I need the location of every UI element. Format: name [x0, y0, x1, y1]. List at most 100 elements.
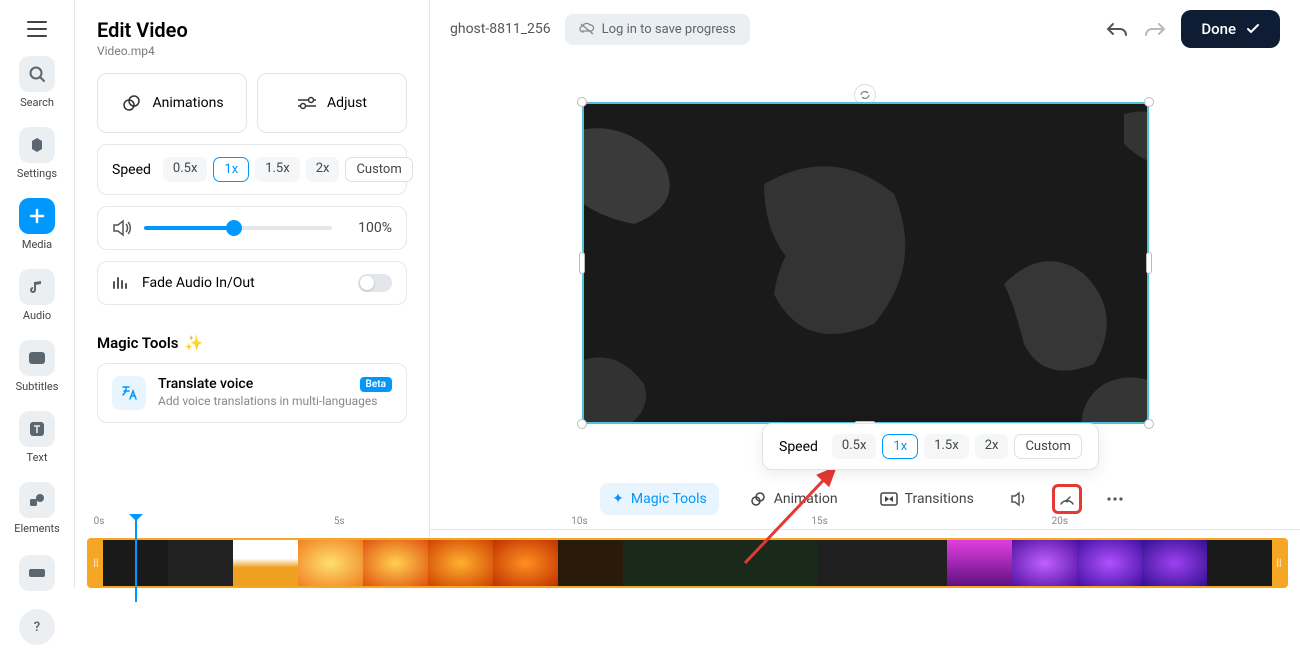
sidebar-item-subtitles[interactable]: Subtitles [0, 332, 74, 401]
undo-button[interactable] [1105, 20, 1129, 38]
translate-title: Translate voice [158, 376, 253, 392]
cloud-off-icon [579, 22, 595, 36]
animations-button[interactable]: Animations [97, 73, 247, 133]
left-sidebar: Search Settings Media Audio Subtitles Te… [0, 0, 75, 588]
speed-chip-05[interactable]: 0.5x [163, 157, 208, 182]
popup-speed-2[interactable]: 2x [975, 434, 1009, 459]
sidebar-item-help[interactable]: ? [0, 601, 74, 653]
main-area: ghost-8811_256 Log in to save progress D… [430, 0, 1300, 588]
sidebar-label: Settings [17, 167, 57, 180]
subtitles-icon [19, 340, 55, 376]
sparkle-icon: ✦ [612, 491, 624, 507]
canvas-wrap [430, 48, 1300, 477]
edit-panel: Edit Video Video.mp4 Animations Adjust S… [75, 0, 430, 588]
sidebar-item-search[interactable]: Search [0, 48, 74, 117]
project-name[interactable]: ghost-8811_256 [450, 21, 551, 37]
adjust-icon [297, 96, 317, 110]
resize-handle-right[interactable] [1146, 252, 1152, 274]
ruler-mark: 10s [571, 516, 587, 527]
speed-card: Speed 0.5x 1x 1.5x 2x Custom [97, 144, 407, 195]
speed-chip-1[interactable]: 1x [213, 157, 249, 182]
translate-voice-card[interactable]: Translate voice Beta Add voice translati… [97, 363, 407, 423]
volume-card: 100% [97, 206, 407, 250]
resize-handle-br[interactable] [1144, 419, 1154, 429]
timeline: 0s 5s 10s 15s 20s || || [75, 512, 1300, 588]
sidebar-label: Elements [14, 522, 60, 535]
record-icon [19, 555, 55, 591]
help-icon: ? [19, 609, 55, 645]
speed-popup-label: Speed [779, 439, 818, 455]
speed-chip-15[interactable]: 1.5x [255, 157, 300, 182]
adjust-button[interactable]: Adjust [257, 73, 407, 133]
animation-icon [749, 491, 767, 507]
resize-handle-tr[interactable] [1144, 97, 1154, 107]
volume-value: 100% [346, 220, 392, 236]
button-label: Adjust [327, 95, 367, 111]
done-label: Done [1201, 20, 1236, 38]
button-label: Animations [152, 95, 223, 111]
popup-speed-1[interactable]: 1x [882, 434, 918, 459]
speed-chip-2[interactable]: 2x [306, 157, 340, 182]
login-text: Log in to save progress [602, 22, 736, 37]
popup-speed-15[interactable]: 1.5x [924, 434, 969, 459]
translate-desc: Add voice translations in multi-language… [158, 394, 392, 408]
done-button[interactable]: Done [1181, 10, 1280, 48]
panel-filename: Video.mp4 [97, 44, 407, 58]
toolstrip-magic-tools[interactable]: ✦ Magic Tools [600, 483, 719, 515]
login-chip[interactable]: Log in to save progress [565, 14, 750, 45]
resize-handle-tl[interactable] [577, 97, 587, 107]
fade-label: Fade Audio In/Out [142, 275, 346, 291]
sidebar-item-elements[interactable]: Elements [0, 474, 74, 543]
check-icon [1246, 23, 1260, 35]
popup-speed-custom[interactable]: Custom [1014, 434, 1081, 459]
video-canvas[interactable] [582, 102, 1149, 424]
ruler-mark: 20s [1052, 516, 1068, 527]
text-icon [19, 411, 55, 447]
plus-icon [19, 198, 55, 234]
timeline-ruler[interactable]: 0s 5s 10s 15s 20s [87, 516, 1288, 536]
menu-toggle-icon[interactable] [20, 14, 54, 44]
playhead[interactable] [135, 516, 137, 602]
resize-handle-left[interactable] [579, 252, 585, 274]
shapes-icon [19, 482, 55, 518]
clip-track[interactable]: || || [87, 538, 1288, 588]
speed-label: Speed [112, 162, 151, 178]
music-note-icon [19, 269, 55, 305]
clip-handle-left[interactable]: || [89, 540, 103, 586]
transitions-icon [880, 492, 898, 506]
sidebar-item-more[interactable] [0, 547, 74, 599]
volume-slider[interactable] [144, 226, 332, 230]
translate-icon [112, 376, 146, 410]
sidebar-label: Audio [23, 309, 51, 322]
sidebar-item-text[interactable]: Text [0, 403, 74, 472]
sidebar-item-settings[interactable]: Settings [0, 119, 74, 188]
clip-handle-right[interactable]: || [1272, 540, 1286, 586]
sidebar-label: Search [20, 96, 54, 109]
toolstrip-more-icon[interactable] [1100, 484, 1130, 514]
fade-toggle[interactable] [358, 274, 392, 292]
search-icon [19, 56, 55, 92]
sidebar-label: Media [22, 238, 52, 251]
settings-icon [19, 127, 55, 163]
sidebar-item-audio[interactable]: Audio [0, 261, 74, 330]
panel-title: Edit Video [97, 18, 407, 42]
speed-chip-custom[interactable]: Custom [345, 157, 412, 182]
button-label: Animation [774, 491, 838, 507]
toolstrip-volume-icon[interactable] [1004, 484, 1034, 514]
speed-chips: 0.5x 1x 1.5x 2x Custom [163, 157, 413, 182]
toolstrip-animation[interactable]: Animation [737, 483, 850, 515]
toolstrip-transitions[interactable]: Transitions [868, 483, 986, 515]
resize-handle-bl[interactable] [577, 419, 587, 429]
animations-icon [120, 94, 142, 112]
popup-speed-05[interactable]: 0.5x [832, 434, 877, 459]
ruler-mark: 5s [334, 516, 345, 527]
sidebar-label: Text [27, 451, 48, 464]
ruler-mark: 15s [811, 516, 827, 527]
speed-popup: Speed 0.5x 1x 1.5x 2x Custom [762, 423, 1099, 470]
redo-button[interactable] [1143, 20, 1167, 38]
toolstrip-speed-icon[interactable] [1052, 484, 1082, 514]
clip-thumbnails [103, 540, 1272, 586]
button-label: Transitions [905, 491, 974, 507]
sidebar-item-media[interactable]: Media [0, 190, 74, 259]
beta-badge: Beta [360, 377, 392, 392]
